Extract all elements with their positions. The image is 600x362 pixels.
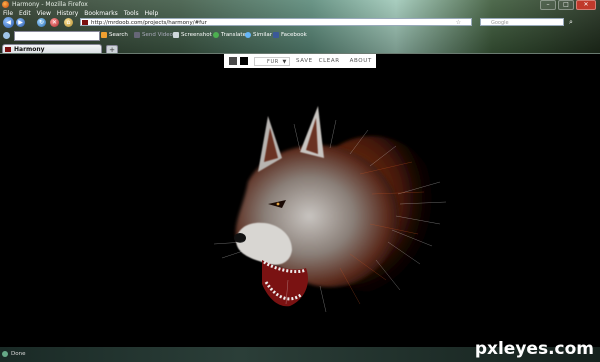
search-icon (101, 32, 107, 38)
tab-favicon-icon (5, 47, 11, 52)
minimize-button[interactable]: – (540, 0, 556, 10)
menu-history[interactable]: History (57, 10, 78, 17)
wolf-drawing (213, 106, 447, 313)
reload-icon[interactable]: ↻ (37, 18, 46, 27)
harmony-toolbar: FUR ▼ SAVE CLEAR ABOUT (224, 54, 376, 68)
facebook-icon (273, 32, 279, 38)
save-button[interactable]: SAVE (296, 58, 313, 64)
chevron-down-icon: ▼ (282, 58, 287, 65)
close-button[interactable]: ✕ (576, 0, 596, 10)
send-video-button[interactable]: Send Video (134, 32, 173, 38)
globe-icon (245, 32, 251, 38)
window-controls: – □ ✕ (540, 0, 596, 10)
stop-icon[interactable]: ✕ (50, 18, 59, 27)
translate-label: Translate (221, 32, 246, 38)
menu-tools[interactable]: Tools (124, 10, 139, 17)
menu-bar: File Edit View History Bookmarks Tools H… (3, 10, 158, 17)
back-icon[interactable]: ◀ (3, 17, 14, 28)
title-bar: Harmony - Mozilla Firefox – □ ✕ (0, 0, 600, 10)
toolbar-search-label: Search (109, 32, 128, 38)
facebook-label: Facebook (281, 32, 307, 38)
translate-button[interactable]: Translate (213, 32, 246, 38)
similar-button[interactable]: Similar (245, 32, 272, 38)
maximize-button[interactable]: □ (558, 0, 574, 10)
menu-edit[interactable]: Edit (19, 10, 31, 17)
screenshot-label: Screenshot (181, 32, 212, 38)
navigation-toolbar: ◀ ▶ ↻ ✕ ⌂ http://mrdoob.com/projects/har… (0, 17, 600, 28)
clear-button[interactable]: CLEAR (319, 58, 340, 64)
brush-select-value: FUR (267, 58, 279, 65)
menu-view[interactable]: View (37, 10, 51, 17)
brush-select[interactable]: FUR ▼ (254, 56, 290, 66)
toolbar-logo-icon (3, 32, 10, 39)
window-title: Harmony - Mozilla Firefox (12, 1, 88, 8)
background-color-swatch[interactable] (240, 57, 248, 65)
facebook-button[interactable]: Facebook (273, 32, 307, 38)
search-input[interactable]: Google (480, 18, 564, 26)
home-icon[interactable]: ⌂ (64, 18, 73, 27)
watermark: pxleyes.com (474, 339, 594, 359)
camera-icon (173, 32, 179, 38)
forward-icon[interactable]: ▶ (16, 18, 25, 27)
addon-toolbar: Search Send Video Screenshot Translate S… (0, 30, 600, 41)
screenshot-button[interactable]: Screenshot (173, 32, 212, 38)
status-icon (2, 351, 8, 357)
menu-help[interactable]: Help (145, 10, 159, 17)
status-text: Done (11, 351, 26, 357)
foreground-color-swatch[interactable] (229, 57, 237, 65)
url-text: http://mrdoob.com/projects/harmony/#fur (91, 20, 207, 26)
send-video-label: Send Video (142, 32, 174, 38)
drawing-canvas[interactable] (0, 54, 600, 347)
translate-icon (213, 32, 219, 38)
about-button[interactable]: ABOUT (350, 58, 372, 64)
menu-bookmarks[interactable]: Bookmarks (84, 10, 118, 17)
menu-file[interactable]: File (3, 10, 13, 17)
firefox-icon (2, 1, 9, 8)
site-favicon-icon (82, 20, 88, 25)
tab-label: Harmony (14, 46, 45, 53)
toolbar-search-input[interactable] (14, 31, 100, 41)
similar-label: Similar (253, 32, 273, 38)
search-placeholder: Google (491, 20, 509, 26)
video-icon (134, 32, 140, 38)
bookmark-star-icon[interactable]: ☆ (456, 19, 461, 27)
toolbar-search-button[interactable]: Search (101, 32, 128, 38)
search-go-icon[interactable]: ⌕ (569, 18, 577, 26)
url-bar[interactable]: http://mrdoob.com/projects/harmony/#fur … (80, 18, 472, 26)
